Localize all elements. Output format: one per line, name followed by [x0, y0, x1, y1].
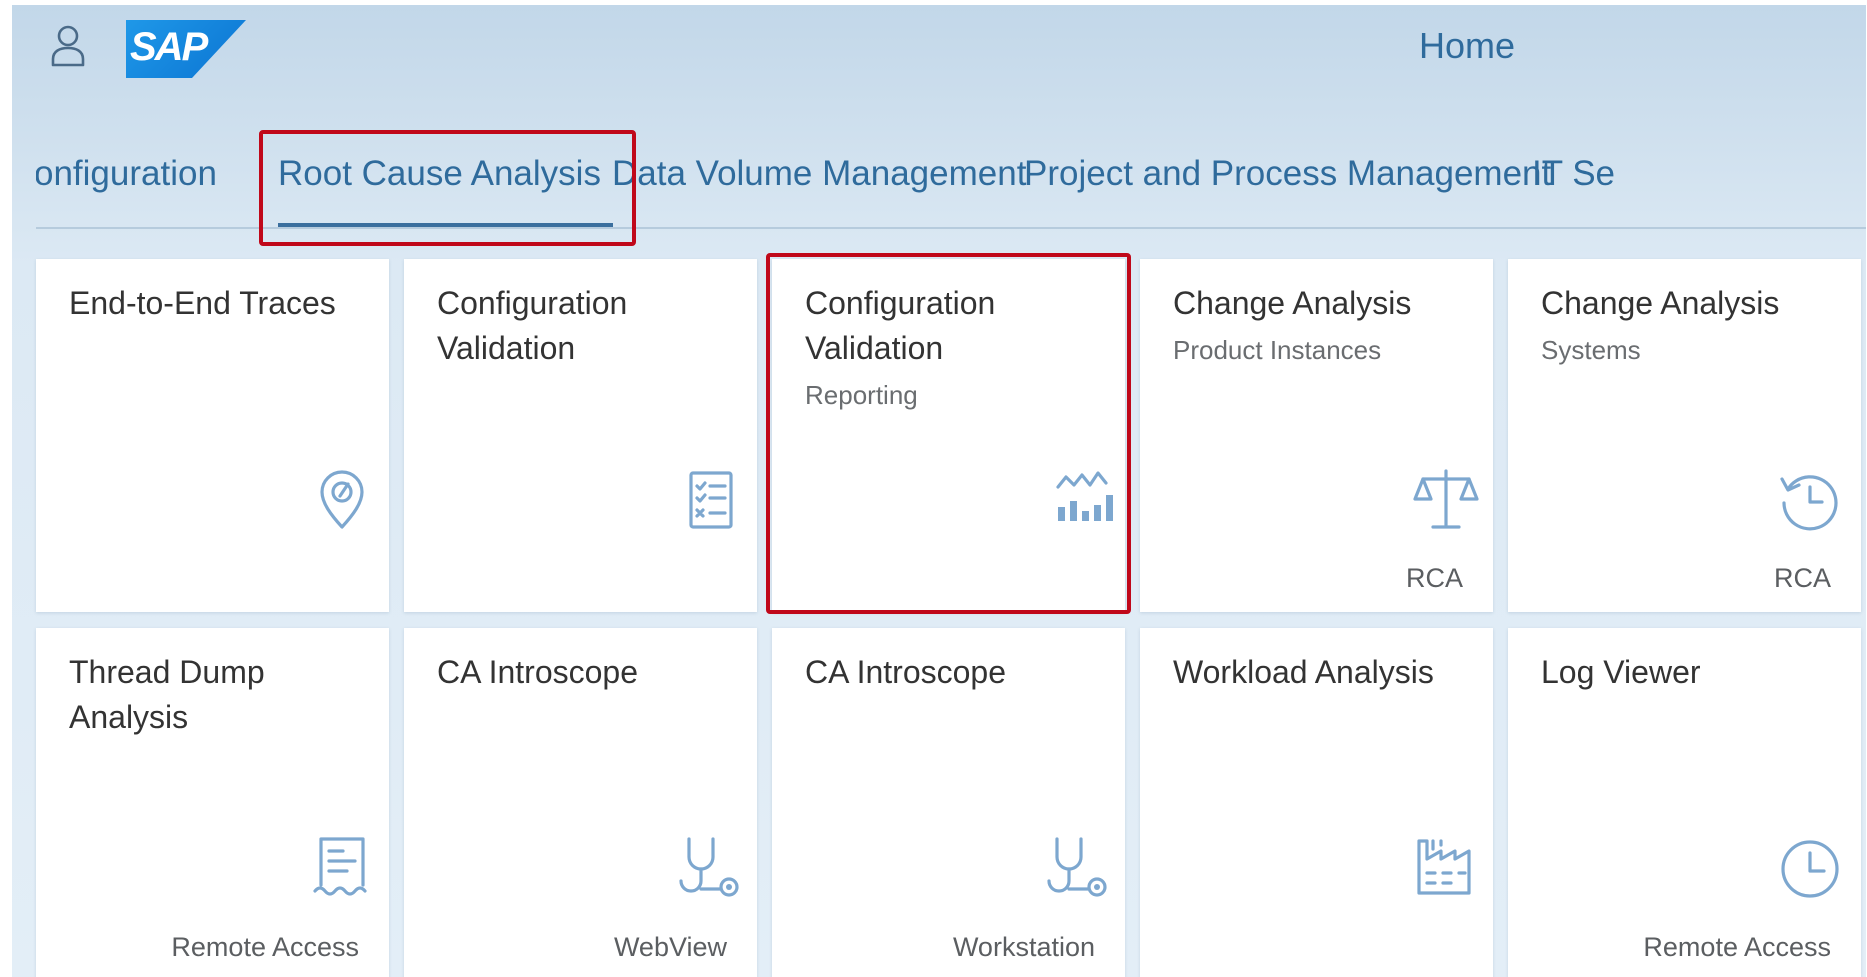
tile-title: Log Viewer [1541, 654, 1701, 690]
stethoscope-icon [1043, 833, 1113, 903]
tile-title: Configuration Validation [437, 285, 628, 366]
tab-project-and-process-management[interactable]: Project and Process Management [1024, 154, 1551, 194]
tab-root-cause-analysis[interactable]: Root Cause Analysis [278, 154, 601, 194]
tile-subtitle: Product Instances [1173, 335, 1382, 365]
tile-configuration-validation[interactable]: Configuration Validation [404, 259, 757, 612]
tile-title: CA Introscope [437, 654, 638, 690]
sap-logo-text: SAP [130, 25, 208, 69]
tile-title: Change Analysis [1541, 285, 1780, 321]
receipt-icon [307, 833, 377, 903]
tile-title: Workload Analysis [1173, 654, 1434, 690]
tile-log-viewer[interactable]: Log Viewer Remote Access [1508, 628, 1861, 977]
page-title: Home [1419, 25, 1516, 66]
launchpad-shell: SAP Home onfiguration Root Cause Analysi… [12, 5, 1866, 977]
tile-footer: RCA [1773, 563, 1831, 593]
clock-icon [1774, 833, 1844, 903]
stethoscope-icon [675, 833, 745, 903]
tile-ca-introscope-webview[interactable]: CA Introscope WebView [404, 628, 757, 977]
tile-title: Thread Dump Analysis [69, 654, 265, 735]
selected-tab-indicator [278, 223, 613, 227]
tile-subtitle: Systems [1541, 335, 1641, 365]
tile-change-analysis-product-instances[interactable]: Change Analysis Product Instances RCA [1140, 259, 1493, 612]
tile-workload-analysis[interactable]: Workload Analysis [1140, 628, 1493, 977]
person-icon [51, 25, 85, 67]
tile-footer: Remote Access [171, 932, 359, 962]
tile-title: Configuration Validation [805, 285, 996, 366]
history-icon [1774, 465, 1844, 535]
balance-scale-icon [1411, 465, 1481, 535]
tile-configuration-validation-reporting[interactable]: Configuration Validation Reporting [772, 259, 1125, 612]
tile-title: End-to-End Traces [69, 285, 336, 321]
tile-subtitle: Reporting [805, 380, 918, 410]
checklist-icon [675, 465, 745, 535]
tile-footer: RCA [1405, 563, 1463, 593]
tile-ca-introscope-workstation[interactable]: CA Introscope Workstation [772, 628, 1125, 977]
tab-configuration[interactable]: onfiguration [36, 154, 217, 194]
tile-footer: Workstation [952, 932, 1095, 962]
tab-bar: onfiguration Root Cause Analysis Data Vo… [36, 120, 1866, 230]
tab-data-volume-management[interactable]: Data Volume Management [612, 154, 1026, 194]
tile-thread-dump-analysis[interactable]: Thread Dump Analysis Remote Access [36, 628, 389, 977]
tab-bar-divider [36, 227, 1866, 229]
tab-it-service[interactable]: IT Se [1532, 154, 1615, 194]
tile-title: Change Analysis [1173, 285, 1412, 321]
user-button[interactable] [48, 23, 88, 69]
tile-footer: WebView [613, 932, 727, 962]
e2e-trace-icon [307, 465, 377, 535]
tile-change-analysis-systems[interactable]: Change Analysis Systems RCA [1508, 259, 1861, 612]
chart-icon [1048, 465, 1118, 535]
factory-icon [1411, 833, 1481, 903]
tile-end-to-end-traces[interactable]: End-to-End Traces [36, 259, 389, 612]
tile-footer: Remote Access [1643, 932, 1831, 962]
tile-title: CA Introscope [805, 654, 1006, 690]
